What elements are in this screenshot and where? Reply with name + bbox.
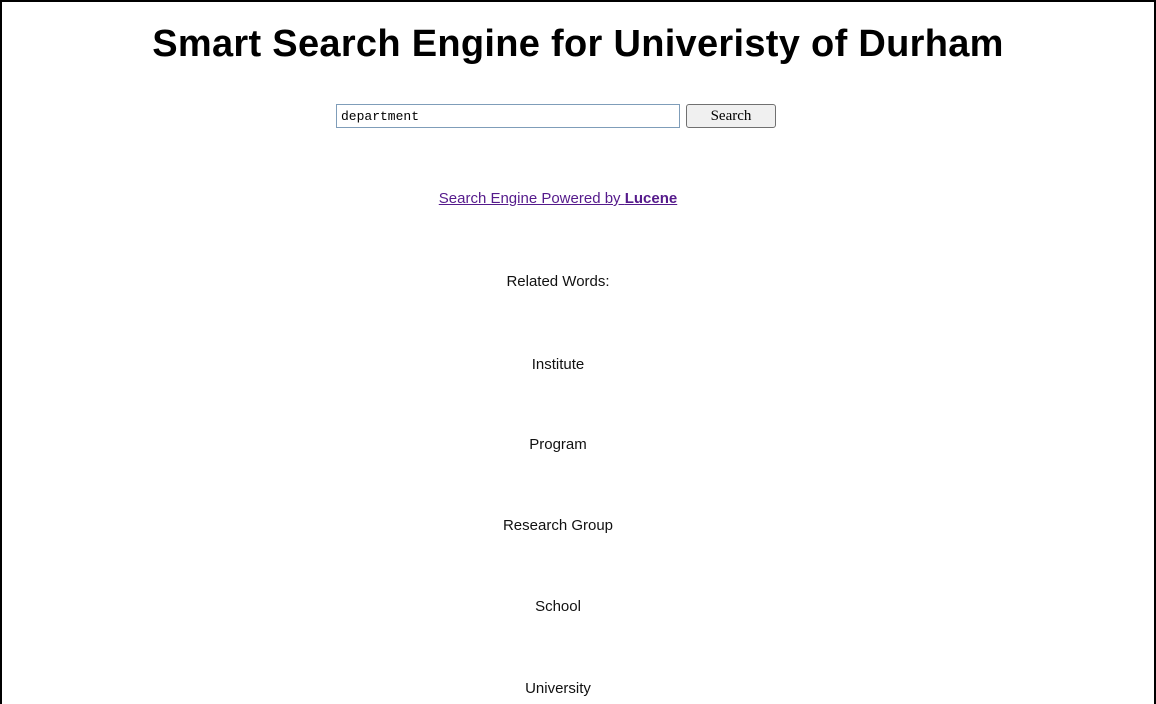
search-button[interactable]: Search — [686, 104, 776, 128]
related-words-heading: Related Words: — [506, 273, 610, 290]
related-word: School — [535, 598, 581, 615]
search-bar: Search — [336, 102, 776, 130]
related-word: Institute — [531, 356, 585, 373]
related-word: Program — [529, 436, 587, 453]
powered-by-text: Search Engine Powered by — [438, 190, 625, 207]
search-input[interactable] — [336, 104, 680, 128]
lucene-brand: Lucene — [624, 190, 678, 207]
powered-by: Search Engine Powered by Lucene — [0, 190, 1116, 207]
related-word: Research Group — [502, 517, 614, 534]
page-title: Smart Search Engine for Univeristy of Du… — [152, 23, 1004, 65]
related-word: University — [525, 680, 591, 697]
powered-by-link[interactable]: Search Engine Powered by Lucene — [439, 190, 677, 207]
